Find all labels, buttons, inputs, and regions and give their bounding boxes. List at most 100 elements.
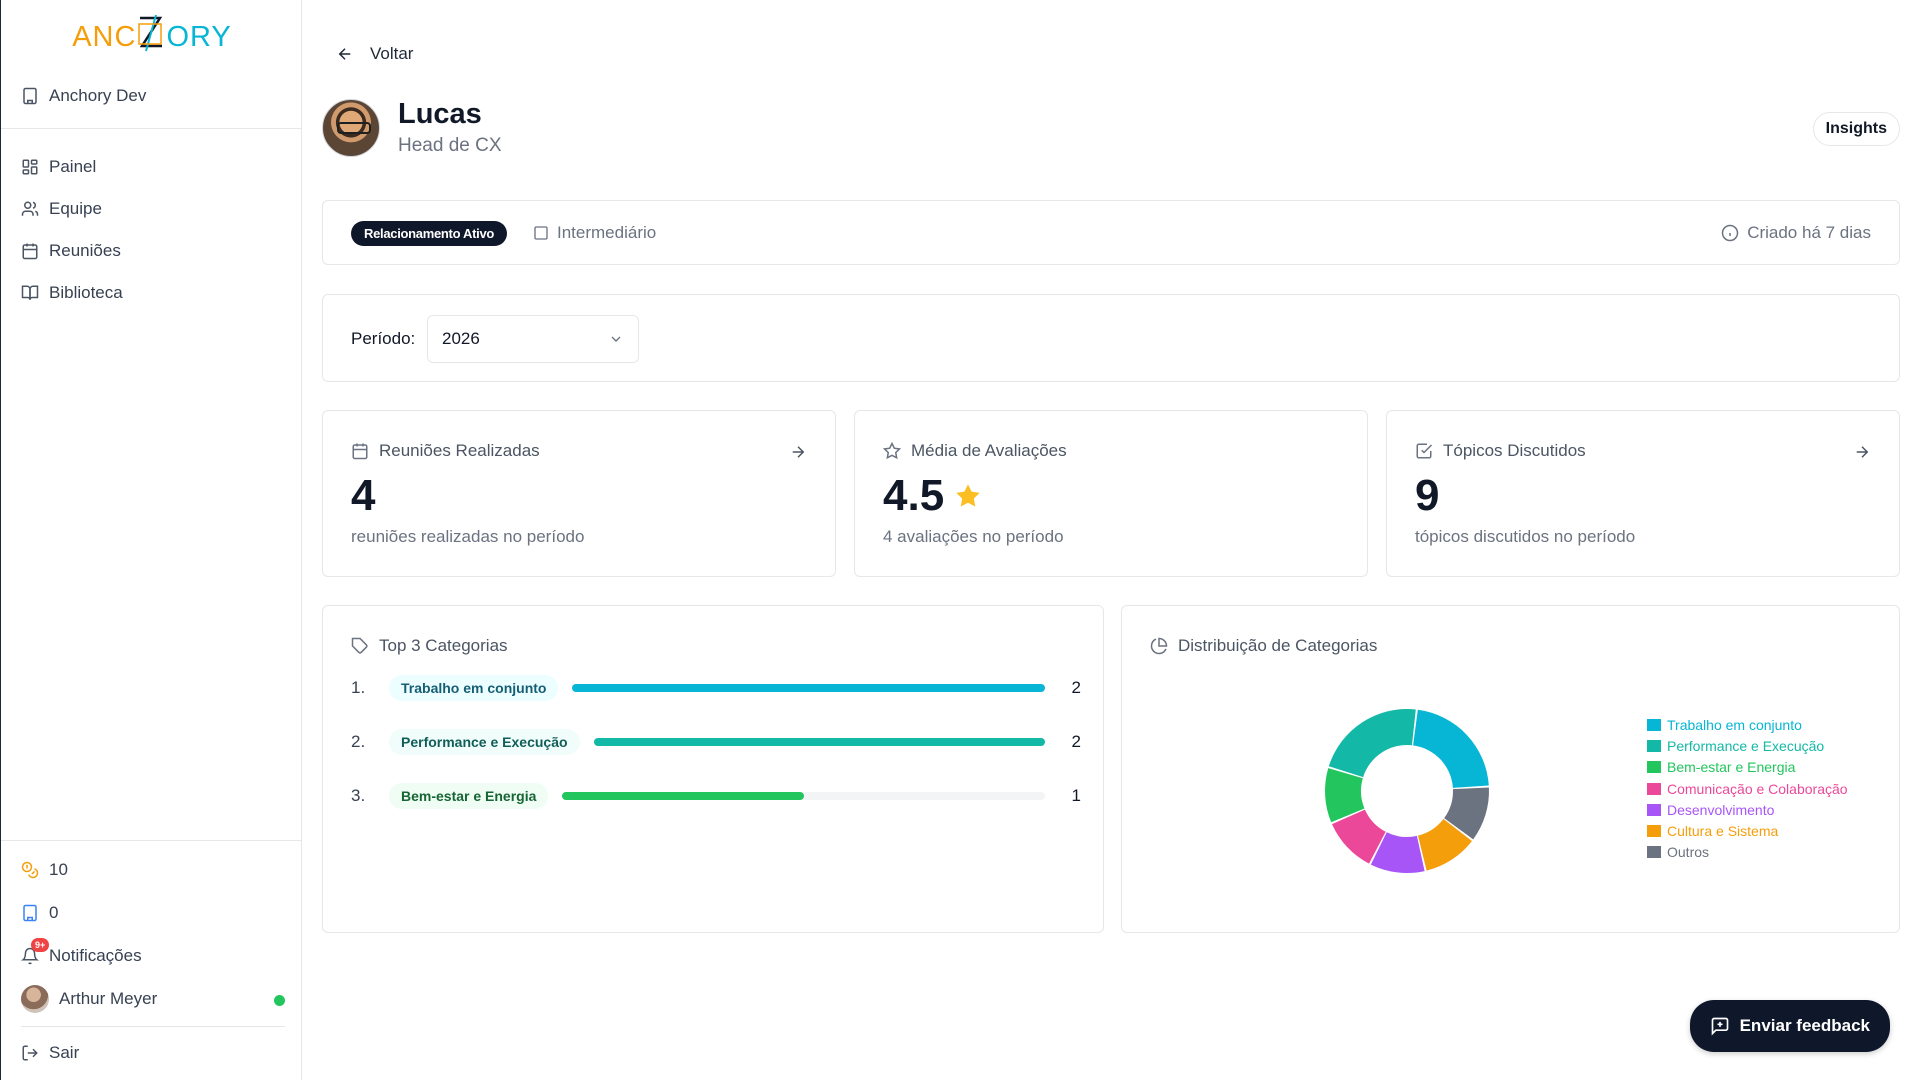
anchory-logo[interactable]: ANC ORY [1,14,303,54]
legend-item[interactable]: Trabalho em conjunto [1647,714,1848,735]
building-icon [23,87,37,105]
period-value: 2026 [442,329,480,348]
back-link[interactable]: Voltar [336,44,413,64]
chart-legend: Trabalho em conjunto Performance e Execuç… [1647,714,1848,863]
logout-button[interactable]: Sair [21,1031,285,1074]
stat-subtitle: reuniões realizadas no período [351,527,585,546]
tag-icon [351,637,368,654]
stat-value-number: 4 [351,471,376,520]
stat-title-label: Média de Avaliações [911,441,1067,460]
stat-value: 4.5 [883,471,982,521]
stat-card-meetings[interactable]: Reuniões Realizadas 4 reuniões realizada… [322,410,836,577]
checkbox-icon [1416,443,1433,459]
nav-item-equipe[interactable]: Equipe [21,188,123,230]
stat-title: Média de Avaliações [883,441,1067,461]
nav-label: Equipe [49,199,102,218]
card-title-label: Distribuição de Categorias [1178,636,1378,655]
nav-item-painel[interactable]: Painel [21,146,123,188]
legend-swatch [1647,782,1661,795]
logout-icon [22,1045,38,1060]
level-label: Intermediário [557,223,657,242]
star-outline-icon [883,442,901,460]
feedback-label: Enviar feedback [1739,1016,1870,1035]
category-tag: Bem-estar e Energia [389,783,549,809]
legend-swatch [1647,846,1661,859]
nav-label: Biblioteca [49,283,123,302]
main-nav: Painel Equipe Reuniões Biblioteca [21,146,123,314]
coins-icon [21,861,39,878]
legend-item[interactable]: Desenvolvimento [1647,799,1848,820]
coins-counter[interactable]: 10 [21,848,285,891]
avatar [21,984,49,1013]
category-count: 2 [1071,678,1081,697]
dashboard-icon [22,159,38,175]
donut-slice[interactable] [1413,709,1489,788]
legend-swatch [1647,761,1661,774]
category-bar-track [593,738,1045,746]
arrow-left-icon [338,48,351,60]
category-distribution-card: Distribuição de Categorias Trabalho em c… [1121,605,1900,933]
pie-chart-icon [1150,637,1168,655]
category-rank: 1. [351,678,366,697]
stat-card-topics[interactable]: Tópicos Discutidos 9 tópicos discutidos … [1386,410,1900,577]
legend-item[interactable]: Performance e Execução [1647,735,1848,756]
top-categories-card: Top 3 Categorias 1. Trabalho em conjunto 2… [322,605,1104,933]
profile-header: Lucas Head de CX [322,98,502,157]
square-icon [534,226,548,240]
notification-badge: 9+ [31,938,50,952]
stat-title: Reuniões Realizadas [351,441,540,461]
stat-card-ratings: Média de Avaliações 4.5 4 avaliações no … [854,410,1368,577]
calendar-icon [22,243,38,260]
star-icon [956,484,980,507]
profile-name: Lucas [398,98,482,130]
notifications-label: Notificações [49,945,142,965]
credits-counter[interactable]: 0 [21,891,285,934]
category-tag: Trabalho em conjunto [389,675,559,701]
legend-swatch [1647,825,1661,838]
org-name: Anchory Dev [49,86,147,105]
legend-item[interactable]: Comunicação e Colaboração [1647,778,1848,799]
sidebar-footer: 10 0 9+ Notificações Arthur Meyer Sair [21,848,285,1074]
created-label: Criado há 7 dias [1747,223,1871,242]
nav-item-reunioes[interactable]: Reuniões [21,230,123,272]
legend-label: Trabalho em conjunto [1667,716,1802,733]
card-title: Top 3 Categorias [351,636,508,656]
category-rank: 2. [351,732,366,751]
info-icon [1721,224,1739,242]
stat-value-number: 9 [1415,471,1440,520]
category-bar-fill [593,738,1045,746]
legend-item[interactable]: Cultura e Sistema [1647,820,1848,841]
legend-item[interactable]: Outros [1647,842,1848,863]
nav-label: Painel [49,157,97,176]
created-info: Criado há 7 dias [1721,223,1871,243]
legend-swatch [1647,739,1661,752]
legend-swatch [1647,803,1661,816]
message-plus-icon [1711,1017,1728,1036]
notifications-button[interactable]: 9+ Notificações [21,934,285,977]
credits-value: 0 [49,902,59,922]
stat-value: 9 [1415,471,1439,521]
org-switcher[interactable]: Anchory Dev [21,86,146,106]
insights-button[interactable]: Insights [1812,112,1900,146]
stat-subtitle: 4 avaliações no período [883,527,1064,546]
donut-slice[interactable] [1328,709,1416,778]
legend-swatch [1647,718,1661,731]
period-select[interactable]: 2026 [427,315,639,363]
arrow-right-icon[interactable] [1853,443,1871,461]
category-rank: 3. [351,786,366,805]
category-count: 1 [1071,786,1081,805]
legend-label: Comunicação e Colaboração [1667,780,1848,797]
divider [21,1026,285,1027]
send-feedback-button[interactable]: Enviar feedback [1689,1000,1890,1052]
legend-item[interactable]: Bem-estar e Energia [1647,757,1848,778]
stat-value-number: 4.5 [883,471,945,520]
arrow-right-icon[interactable] [789,443,807,461]
user-profile[interactable]: Arthur Meyer [21,977,285,1020]
book-icon [21,285,39,300]
legend-label: Outros [1667,844,1710,861]
category-row: 1. Trabalho em conjunto 2 [351,674,1081,702]
chevron-down-icon [611,336,621,342]
card-title: Distribuição de Categorias [1150,636,1377,656]
nav-item-biblioteca[interactable]: Biblioteca [21,272,123,314]
nav-label: Reuniões [49,241,121,260]
